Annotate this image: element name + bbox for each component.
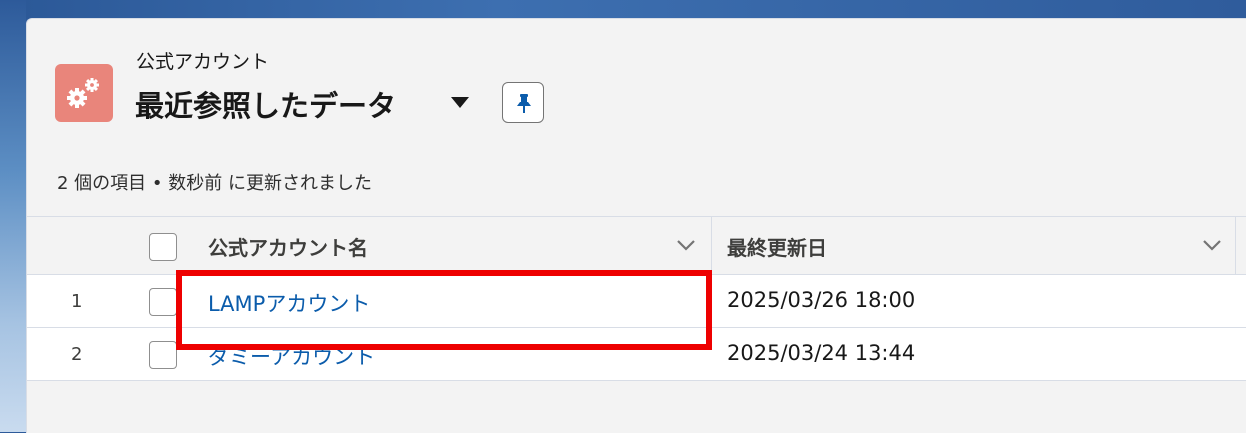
table-row: 2 ダミーアカウント 2025/03/24 13:44 bbox=[27, 328, 1246, 381]
list-view-title[interactable]: 最近参照したデータ bbox=[135, 83, 396, 125]
column-divider[interactable] bbox=[1235, 217, 1236, 275]
column-header-last-modified[interactable]: 最終更新日 bbox=[727, 232, 827, 261]
select-all-checkbox[interactable] bbox=[149, 233, 177, 261]
last-modified-date: 2025/03/26 18:00 bbox=[727, 288, 916, 312]
table-header: 公式アカウント名 最終更新日 bbox=[27, 216, 1246, 275]
caret-down-icon[interactable] bbox=[445, 91, 475, 115]
chevron-down-icon[interactable] bbox=[1201, 237, 1223, 253]
last-modified-date: 2025/03/24 13:44 bbox=[727, 341, 916, 365]
row-checkbox[interactable] bbox=[149, 288, 177, 316]
column-divider[interactable] bbox=[711, 217, 712, 275]
row-number: 1 bbox=[71, 291, 83, 312]
data-table: 公式アカウント名 最終更新日 1 LAMPアカウント 2025/03/26 18… bbox=[27, 216, 1246, 381]
chevron-down-icon[interactable] bbox=[675, 237, 697, 253]
row-number: 2 bbox=[71, 344, 83, 365]
object-label: 公式アカウント bbox=[136, 51, 270, 73]
pin-button[interactable] bbox=[502, 82, 544, 123]
column-header-account-name[interactable]: 公式アカウント名 bbox=[208, 232, 368, 261]
row-checkbox[interactable] bbox=[149, 341, 177, 369]
background-left bbox=[0, 0, 26, 432]
account-name-link[interactable]: ダミーアカウント bbox=[208, 341, 375, 371]
list-view-card: 公式アカウント 最近参照したデータ 2 個の項目 • 数秒前 に更新されました … bbox=[26, 18, 1246, 433]
background-top bbox=[0, 0, 1246, 20]
account-name-link[interactable]: LAMPアカウント bbox=[208, 288, 370, 318]
table-row: 1 LAMPアカウント 2025/03/26 18:00 bbox=[27, 275, 1246, 328]
list-info-text: 2 個の項目 • 数秒前 に更新されました bbox=[57, 173, 372, 194]
gears-icon bbox=[55, 64, 113, 122]
pin-icon bbox=[517, 94, 531, 113]
